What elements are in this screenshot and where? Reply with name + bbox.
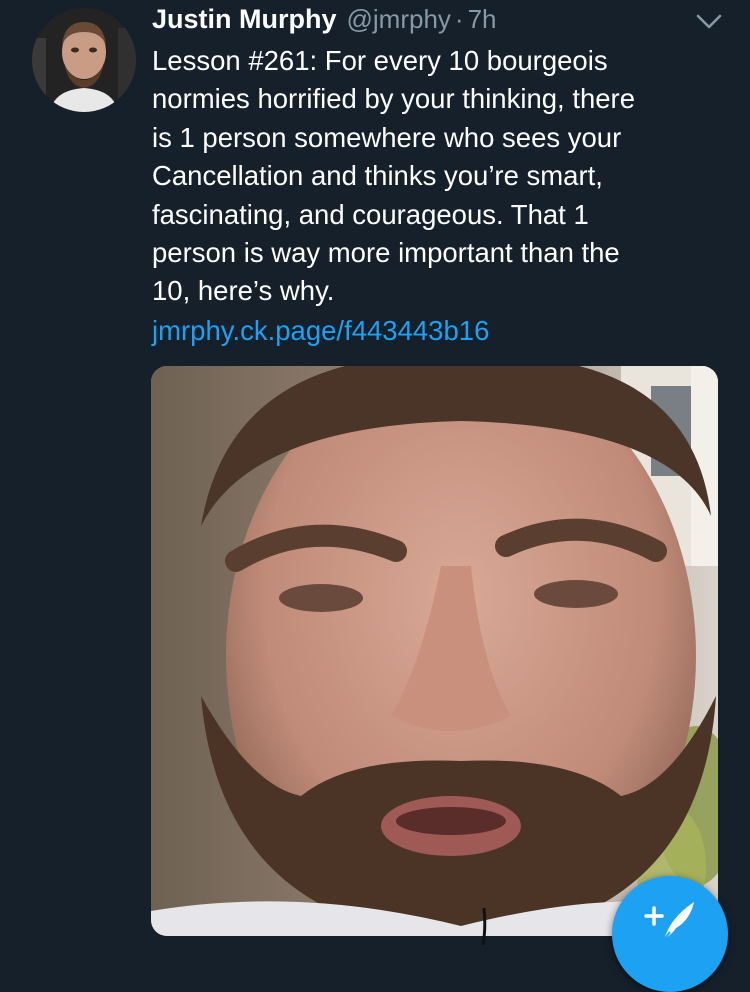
avatar[interactable] — [32, 8, 136, 112]
separator-dot: · — [454, 4, 464, 34]
author-name[interactable]: Justin Murphy — [152, 4, 337, 35]
tweet-header: Justin Murphy @jmrphy · 7h — [152, 4, 497, 40]
chevron-down-icon[interactable] — [694, 12, 724, 32]
tweet-text-line: is 1 person somewhere who sees your — [152, 121, 622, 153]
tweet[interactable]: Justin Murphy @jmrphy · 7h Lesson #261: … — [0, 0, 750, 992]
tweet-text-line: Cancellation and thinks you’re smart, — [152, 160, 603, 192]
pen-mark — [478, 906, 490, 947]
timestamp[interactable]: 7h — [468, 4, 497, 35]
compose-tweet-icon — [644, 902, 694, 941]
tweet-text: Lesson #261: For every 10 bourgeois norm… — [152, 42, 722, 311]
tweet-text-line: person is way more important than the — [152, 237, 620, 269]
compose-tweet-button[interactable] — [612, 876, 728, 992]
author-handle[interactable]: @jmrphy — [347, 4, 451, 35]
tweet-link[interactable]: jmrphy.ck.page/f443443b16 — [152, 312, 489, 350]
tweet-text-line: fascinating, and courageous. That 1 — [152, 198, 589, 230]
tweet-text-line: Lesson #261: For every 10 bourgeois — [152, 45, 608, 76]
video-thumbnail[interactable] — [151, 366, 718, 936]
tweet-text-line: 10, here’s why. — [152, 275, 335, 307]
tweet-text-line: normies horrified by your thinking, ther… — [152, 83, 636, 115]
